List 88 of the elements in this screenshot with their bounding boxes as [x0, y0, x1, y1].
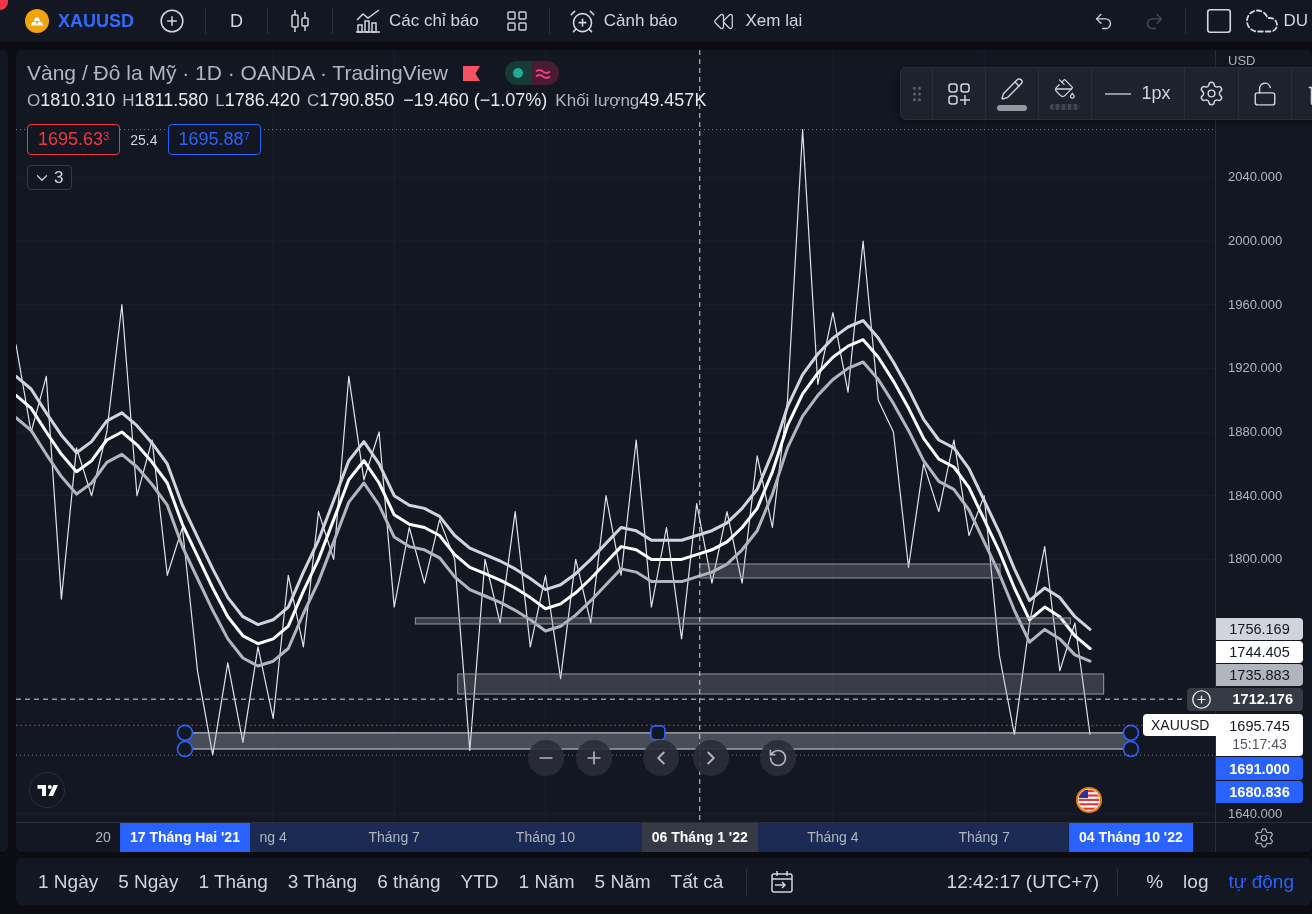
price-tick-label: 1800.000	[1228, 551, 1283, 568]
interval-button[interactable]: D	[222, 4, 251, 38]
indicators-button[interactable]: Các chỉ báo	[349, 4, 485, 38]
candlestick-icon[interactable]	[290, 9, 310, 33]
volume-label: Khối lượng	[555, 91, 640, 111]
indicators-toggle-button[interactable]: 3	[27, 165, 73, 190]
scale-button[interactable]: tự động	[1218, 864, 1304, 899]
symbol-button[interactable]: XAUUSD	[21, 4, 138, 38]
ohlc-label: C	[306, 91, 320, 111]
wave-icon[interactable]	[534, 67, 551, 79]
padlock-icon[interactable]	[1252, 80, 1278, 107]
buy-button[interactable]: 1695.88$^{7}$	[167, 124, 261, 155]
zone-rectangle[interactable]	[414, 617, 1071, 625]
range-button[interactable]: 3 Tháng	[277, 864, 368, 899]
price-text: 1712.176	[1232, 691, 1293, 708]
save-button[interactable]: DU	[1240, 4, 1312, 38]
clock-text: 12:42:17 (UTC+7)	[946, 870, 1100, 893]
symbol-logo-icon[interactable]	[25, 9, 49, 33]
range-button[interactable]: 1 Ngày	[28, 864, 109, 899]
resize-handle-icon[interactable]	[176, 724, 194, 742]
date-tag: 04 Tháng 10 '22	[1069, 823, 1193, 852]
settings-icon[interactable]	[1198, 80, 1225, 107]
currency-label: USD	[1228, 53, 1256, 69]
countdown-text: 15:17:43	[1232, 736, 1287, 753]
range-button[interactable]: 1 Năm	[508, 864, 585, 899]
reset-icon[interactable]	[768, 748, 788, 768]
ohlc-label: L	[215, 91, 225, 111]
range-button[interactable]: 5 Ngày	[108, 864, 189, 899]
price-tag: 1744.405	[1216, 641, 1303, 664]
ohlc-value: 1786.420	[224, 90, 300, 111]
sell-button[interactable]: 1695.63$^{3}$	[27, 124, 121, 155]
chart-title: Vàng / Đô la Mỹ · 1D · OANDA · TradingView	[27, 61, 448, 85]
ohlc-value: 1790.850	[319, 90, 395, 111]
logo-icon[interactable]	[29, 772, 65, 808]
price-tag: 1680.836	[1216, 781, 1303, 804]
range-button[interactable]: 1 Tháng	[188, 864, 278, 899]
range-button[interactable]: 6 tháng	[367, 864, 451, 899]
pencil-icon[interactable]	[1000, 76, 1024, 101]
time-tick-label: ng 4	[259, 828, 287, 847]
status-dot-icon	[512, 68, 523, 78]
resize-handle-icon[interactable]	[650, 725, 666, 741]
color-swatch-icon[interactable]	[997, 104, 1027, 111]
spread-value: 25.4	[130, 131, 158, 148]
symbol-tag: XAUUSD	[1143, 714, 1216, 737]
range-button[interactable]: Tất cả	[660, 864, 734, 899]
scale-button[interactable]: log	[1173, 864, 1219, 899]
ohlc-value: 1811.580	[134, 90, 209, 111]
zone-rectangle[interactable]	[699, 563, 1001, 579]
price-tick-label: 1960.000	[1228, 296, 1283, 313]
line-width-button[interactable]: 1px	[1092, 68, 1185, 119]
line-style-icon[interactable]	[1105, 91, 1132, 96]
date-tag: 17 Tháng Hai '21	[120, 823, 250, 852]
alerts-button[interactable]: Cảnh báo	[563, 4, 683, 38]
ohlc-label: O	[27, 91, 41, 111]
resize-handle-icon[interactable]	[1122, 740, 1140, 758]
price-tick-label: 1640.000	[1228, 806, 1283, 823]
time-tick-label: Tháng 10	[515, 828, 576, 847]
price-tick-label: 1880.000	[1228, 424, 1283, 440]
replay-button[interactable]: Xem lại	[704, 4, 811, 38]
color-swatch-icon[interactable]	[1050, 103, 1080, 110]
time-tick-label: 20	[95, 828, 111, 847]
grid-icon[interactable]	[504, 9, 529, 33]
price-tick-label: 2040.000	[1228, 169, 1283, 186]
time-tick-label: Tháng 4	[807, 828, 859, 847]
ohlc-label: H	[122, 91, 135, 111]
ohlc-value: 1810.310	[40, 90, 116, 111]
time-tick-label: Tháng 7	[958, 828, 1010, 847]
resize-handle-icon[interactable]	[176, 740, 194, 758]
price-tick-label: 1920.000	[1228, 360, 1283, 377]
paint-bucket-icon[interactable]	[1054, 77, 1076, 100]
time-tick-label: Tháng 7	[368, 828, 420, 847]
volume-value: 49.457K	[639, 90, 707, 111]
crosshair-date-tag: 06 Tháng 1 '22	[641, 823, 758, 852]
price-change: −19.460 (−1.07%)	[403, 90, 548, 111]
price-tick-label: 2000.000	[1228, 233, 1283, 249]
range-button[interactable]: YTD	[450, 864, 509, 899]
flag-icon[interactable]	[1076, 787, 1102, 813]
resize-handle-icon[interactable]	[1122, 724, 1140, 742]
price-tag: 1756.169	[1216, 618, 1303, 641]
scale-button[interactable]: %	[1136, 864, 1174, 899]
status-pill[interactable]	[504, 61, 559, 85]
price-tag: 1735.883	[1216, 664, 1303, 687]
price-text: 1695.745	[1229, 718, 1290, 735]
templates-icon[interactable]	[948, 82, 970, 105]
chart-indicators-icon[interactable]	[355, 9, 381, 33]
price-tag: 1691.000	[1216, 757, 1303, 781]
price-tick-label: 1840.000	[1228, 487, 1283, 504]
range-button[interactable]: 5 Năm	[584, 864, 661, 899]
